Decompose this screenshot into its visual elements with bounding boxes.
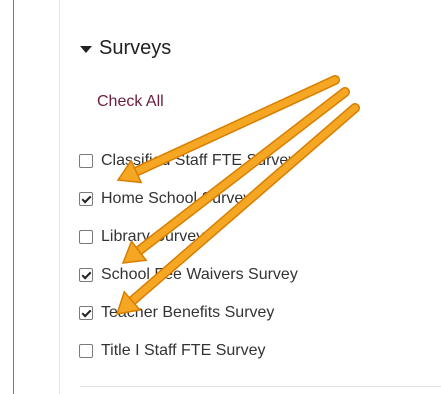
section-title: Surveys (99, 37, 172, 59)
survey-item[interactable]: Title I Staff FTE Survey (79, 332, 298, 370)
survey-item[interactable]: Teacher Benefits Survey (79, 294, 298, 332)
survey-item[interactable]: Home School Survey (79, 180, 298, 218)
survey-checkbox[interactable] (79, 306, 93, 320)
surveys-section-toggle[interactable]: Surveys (80, 36, 171, 60)
panel-divider (59, 0, 60, 394)
survey-label: Classified Staff FTE Survey (101, 152, 297, 169)
check-all-link[interactable]: Check All (97, 93, 164, 111)
survey-checkbox[interactable] (79, 344, 93, 358)
survey-checkbox[interactable] (79, 230, 93, 244)
survey-label: School Fee Waivers Survey (101, 266, 298, 283)
survey-checkbox[interactable] (79, 154, 93, 168)
survey-list: Classified Staff FTE Survey Home School … (79, 142, 298, 370)
survey-label: Teacher Benefits Survey (101, 304, 275, 321)
caret-down-icon (80, 46, 92, 53)
survey-item[interactable]: Library Survey (79, 218, 298, 256)
left-border-line (13, 0, 14, 394)
survey-item[interactable]: School Fee Waivers Survey (79, 256, 298, 294)
survey-panel: Surveys Check All Classified Staff FTE S… (0, 0, 441, 394)
panel-bottom-divider (80, 386, 441, 387)
survey-checkbox[interactable] (79, 268, 93, 282)
survey-label: Title I Staff FTE Survey (101, 342, 266, 359)
survey-item[interactable]: Classified Staff FTE Survey (79, 142, 298, 180)
survey-checkbox[interactable] (79, 192, 93, 206)
survey-label: Home School Survey (101, 190, 252, 207)
survey-label: Library Survey (101, 228, 205, 245)
